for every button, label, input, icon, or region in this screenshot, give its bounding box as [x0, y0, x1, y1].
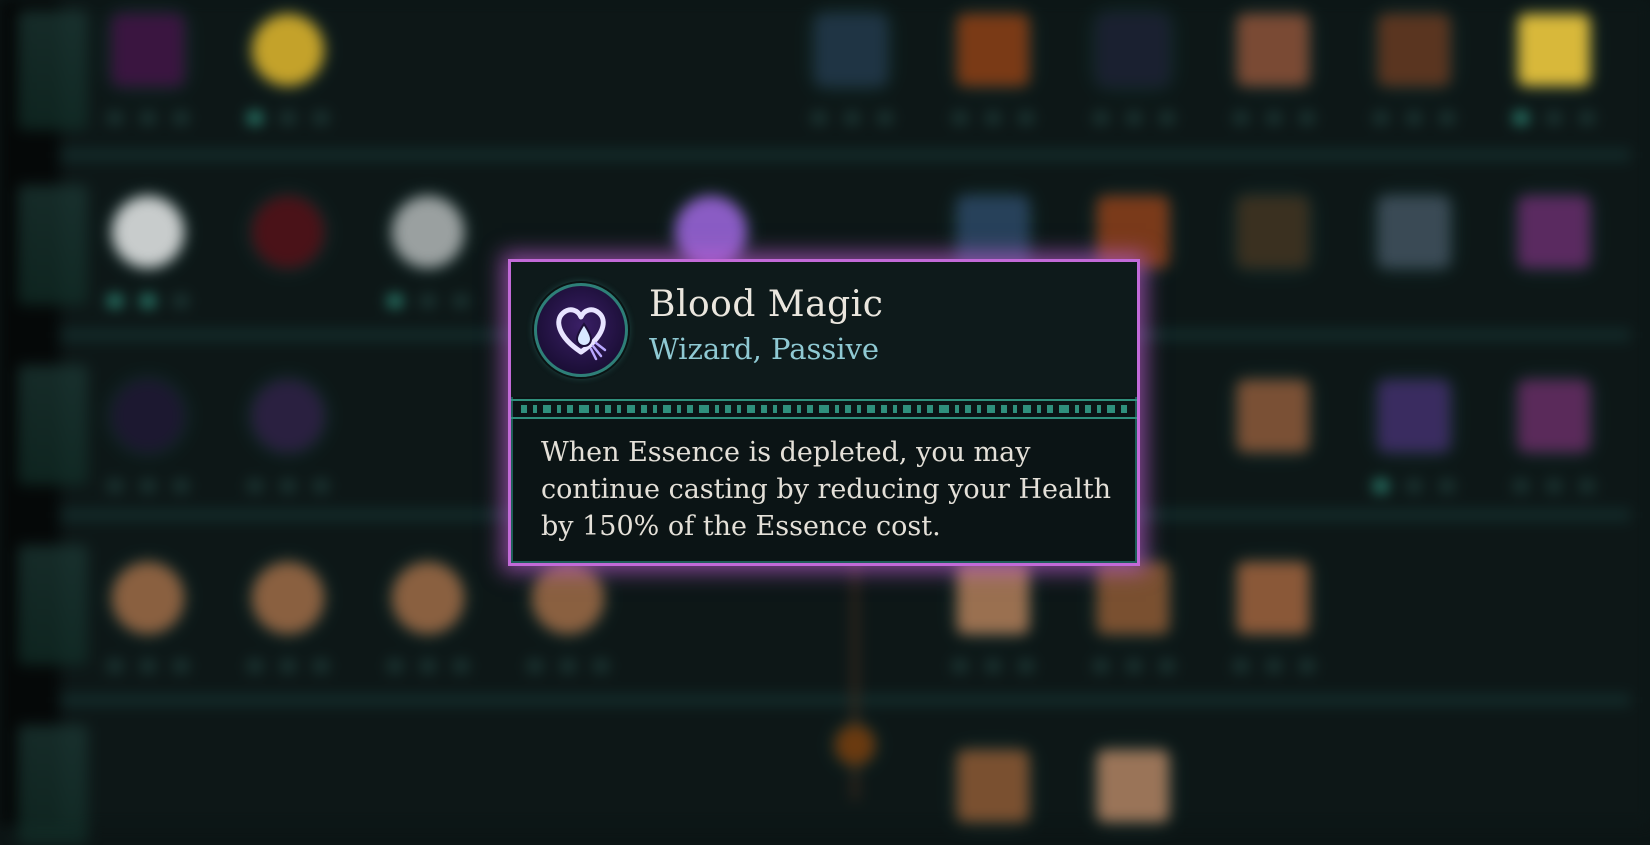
skill-node[interactable] — [835, 725, 875, 765]
skill-node[interactable] — [1097, 14, 1169, 86]
skill-node[interactable] — [1237, 14, 1309, 86]
rank-pips — [248, 112, 328, 124]
rank-pips — [812, 112, 892, 124]
skill-node[interactable] — [957, 14, 1029, 86]
skill-node[interactable] — [957, 562, 1029, 634]
tier-label-2 — [18, 185, 88, 305]
rank-pips — [953, 112, 1033, 124]
skill-name: Blood Magic — [649, 284, 884, 325]
skill-node[interactable] — [112, 196, 184, 268]
rank-pips — [1374, 480, 1454, 492]
skill-node[interactable] — [252, 562, 324, 634]
rank-pips — [1094, 112, 1174, 124]
skill-type: Wizard, Passive — [649, 332, 880, 366]
rank-pips — [108, 112, 188, 124]
skill-node[interactable] — [1378, 380, 1450, 452]
skill-node[interactable] — [1378, 14, 1450, 86]
rank-pips — [1234, 660, 1314, 672]
rank-pips — [953, 660, 1033, 672]
skill-node[interactable] — [957, 750, 1029, 822]
skill-node[interactable] — [252, 196, 324, 268]
skill-node[interactable] — [1518, 14, 1590, 86]
rank-pips — [1514, 480, 1594, 492]
tier-label-4 — [18, 545, 88, 665]
skill-node[interactable] — [532, 562, 604, 634]
tier-divider — [60, 150, 1630, 160]
rank-pips — [248, 480, 328, 492]
rank-pips — [388, 660, 468, 672]
skill-node[interactable] — [1237, 196, 1309, 268]
heart-drop-icon — [534, 283, 628, 377]
tier-label-5 — [18, 725, 88, 845]
rank-pips — [528, 660, 608, 672]
skill-node[interactable] — [957, 196, 1029, 268]
skill-node[interactable] — [1237, 380, 1309, 452]
skill-node[interactable] — [675, 196, 747, 268]
skill-node[interactable] — [392, 196, 464, 268]
rank-pips — [1374, 112, 1454, 124]
rank-pips — [1094, 660, 1174, 672]
rank-pips — [108, 480, 188, 492]
skill-description: When Essence is depleted, you may contin… — [541, 437, 1111, 542]
skill-node[interactable] — [1097, 750, 1169, 822]
tier-label-3 — [18, 365, 88, 485]
skill-tooltip: Blood Magic Wizard, Passive When Essence… — [508, 259, 1140, 566]
skill-node[interactable] — [1518, 380, 1590, 452]
tier-label-1 — [18, 10, 88, 130]
skill-node[interactable] — [1518, 196, 1590, 268]
skill-node[interactable] — [252, 14, 324, 86]
skill-node[interactable] — [112, 380, 184, 452]
rank-pips — [248, 660, 328, 672]
rank-pips — [108, 660, 188, 672]
skill-node[interactable] — [112, 14, 184, 86]
ornamental-divider — [511, 399, 1137, 419]
skill-node[interactable] — [112, 562, 184, 634]
skill-node[interactable] — [1378, 196, 1450, 268]
skill-node[interactable] — [1237, 562, 1309, 634]
skill-node[interactable] — [392, 562, 464, 634]
skill-node[interactable] — [252, 380, 324, 452]
rank-pips — [1514, 112, 1594, 124]
skill-node[interactable] — [1097, 196, 1169, 268]
rank-pips — [388, 295, 468, 307]
skill-node[interactable] — [815, 14, 887, 86]
rank-pips — [1234, 112, 1314, 124]
rank-pips — [108, 295, 188, 307]
skill-node[interactable] — [1097, 562, 1169, 634]
tier-divider — [60, 695, 1630, 705]
